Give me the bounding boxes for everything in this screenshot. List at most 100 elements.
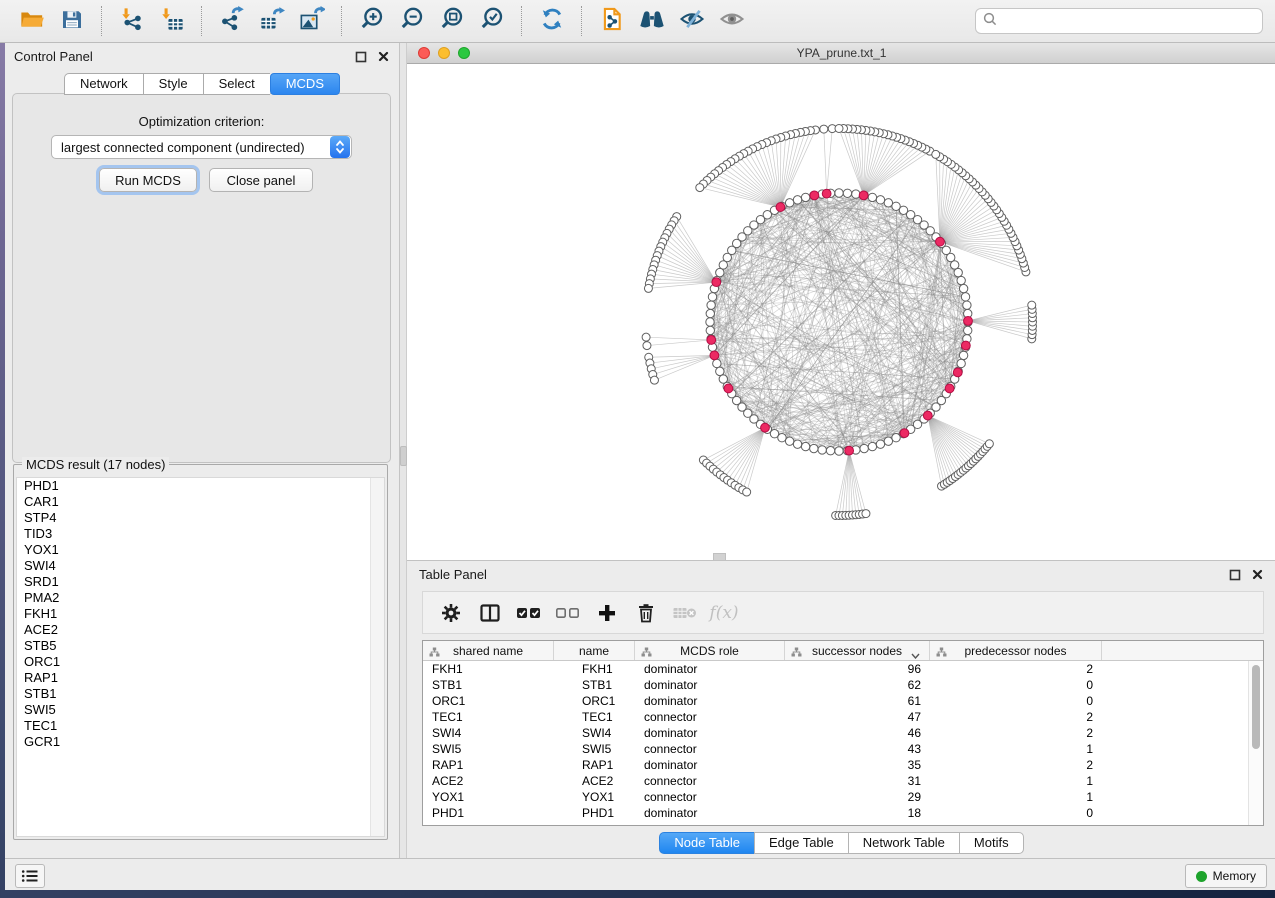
graph-node[interactable] — [706, 318, 714, 326]
graph-node[interactable] — [868, 442, 876, 450]
graph-leaf-node[interactable] — [650, 376, 658, 384]
graph-leaf-node[interactable] — [985, 440, 993, 448]
graph-leaf-node[interactable] — [1028, 301, 1036, 309]
tab-network-table[interactable]: Network Table — [848, 832, 959, 854]
close-panel-button[interactable]: Close panel — [209, 168, 313, 192]
tab-style[interactable]: Style — [143, 73, 203, 95]
graph-node[interactable] — [707, 301, 715, 309]
export-network-button[interactable] — [212, 4, 252, 38]
control-panel-float-icon[interactable] — [354, 50, 367, 63]
result-node-item[interactable]: TEC1 — [17, 718, 384, 734]
graph-leaf-node[interactable] — [820, 125, 828, 133]
horizontal-splitter-grip[interactable] — [713, 553, 726, 560]
refresh-layout-button[interactable] — [532, 4, 572, 38]
graph-leaf-node[interactable] — [862, 510, 870, 518]
column-header-name[interactable]: name — [554, 641, 635, 660]
graph-node[interactable] — [954, 268, 962, 276]
export-image-button[interactable] — [292, 4, 332, 38]
import-table-button[interactable] — [152, 4, 192, 38]
result-node-item[interactable]: STB5 — [17, 638, 384, 654]
add-column-button[interactable] — [589, 597, 625, 629]
graph-node[interactable] — [793, 196, 801, 204]
graph-node[interactable] — [876, 196, 884, 204]
graph-leaf-node[interactable] — [644, 284, 652, 292]
open-file-button[interactable] — [12, 4, 52, 38]
zoom-in-button[interactable] — [352, 4, 392, 38]
graph-node[interactable] — [708, 293, 716, 301]
table-row[interactable]: YOX1YOX1connector291 — [423, 789, 1249, 805]
graph-node[interactable] — [884, 437, 892, 445]
graph-node[interactable] — [793, 440, 801, 448]
task-history-button[interactable] — [15, 864, 45, 888]
result-node-item[interactable]: ORC1 — [17, 654, 384, 670]
graph-hub-node[interactable] — [945, 384, 954, 393]
graph-hub-node[interactable] — [710, 351, 719, 360]
table-row[interactable]: STB1STB1dominator620 — [423, 677, 1249, 693]
graph-node[interactable] — [719, 261, 727, 269]
graph-leaf-node[interactable] — [743, 488, 751, 496]
graph-node[interactable] — [892, 202, 900, 210]
graph-node[interactable] — [964, 326, 972, 334]
table-panel-float-icon[interactable] — [1228, 568, 1241, 581]
graph-node[interactable] — [778, 433, 786, 441]
graph-node[interactable] — [716, 268, 724, 276]
result-node-item[interactable]: PMA2 — [17, 590, 384, 606]
column-header-successor-nodes[interactable]: successor nodes — [785, 641, 930, 660]
graph-hub-node[interactable] — [964, 316, 973, 325]
graph-hub-node[interactable] — [859, 191, 868, 200]
graph-node[interactable] — [706, 309, 714, 317]
graph-leaf-node[interactable] — [696, 184, 704, 192]
graph-hub-node[interactable] — [923, 411, 932, 420]
unselect-all-button[interactable] — [550, 597, 586, 629]
network-window-titlebar[interactable]: YPA_prune.txt_1 — [407, 43, 1275, 64]
settings-button[interactable] — [433, 597, 469, 629]
result-node-item[interactable]: SRD1 — [17, 574, 384, 590]
table-row[interactable]: ACE2ACE2connector311 — [423, 773, 1249, 789]
graph-node[interactable] — [959, 351, 967, 359]
table-row[interactable]: PHD1PHD1dominator180 — [423, 805, 1249, 821]
tab-edge-table[interactable]: Edge Table — [754, 832, 848, 854]
graph-node[interactable] — [785, 437, 793, 445]
graph-leaf-node[interactable] — [642, 333, 650, 341]
result-node-item[interactable]: YOX1 — [17, 542, 384, 558]
graph-node[interactable] — [835, 189, 843, 197]
graph-node[interactable] — [716, 367, 724, 375]
graph-node[interactable] — [957, 276, 965, 284]
graph-node[interactable] — [810, 444, 818, 452]
table-row[interactable]: SWI5SWI5connector431 — [423, 741, 1249, 757]
control-panel-close-icon[interactable] — [377, 50, 390, 63]
graph-node[interactable] — [801, 193, 809, 201]
graph-node[interactable] — [876, 440, 884, 448]
table-row[interactable]: TEC1TEC1connector472 — [423, 709, 1249, 725]
zoom-fit-button[interactable] — [432, 4, 472, 38]
graph-hub-node[interactable] — [724, 384, 733, 393]
zoom-traffic-light[interactable] — [458, 47, 470, 59]
graph-node[interactable] — [835, 447, 843, 455]
graph-node[interactable] — [961, 293, 969, 301]
result-list-scrollbar[interactable] — [370, 478, 384, 836]
graph-node[interactable] — [818, 446, 826, 454]
tab-select[interactable]: Select — [203, 73, 270, 95]
result-node-item[interactable]: CAR1 — [17, 494, 384, 510]
graph-hub-node[interactable] — [900, 429, 909, 438]
graph-node[interactable] — [852, 190, 860, 198]
graph-hub-node[interactable] — [810, 191, 819, 200]
table-row[interactable]: FKH1FKH1dominator962 — [423, 661, 1249, 677]
graph-hub-node[interactable] — [776, 203, 785, 212]
close-traffic-light[interactable] — [418, 47, 430, 59]
table-scrollbar-thumb[interactable] — [1252, 665, 1260, 749]
graph-hub-node[interactable] — [761, 423, 770, 432]
table-scrollbar[interactable] — [1248, 661, 1263, 825]
toggle-visibility-button[interactable] — [672, 4, 712, 38]
graph-node[interactable] — [706, 326, 714, 334]
column-visibility-button[interactable] — [472, 597, 508, 629]
search-network-button[interactable] — [632, 4, 672, 38]
run-mcds-button[interactable]: Run MCDS — [99, 168, 197, 192]
graph-leaf-node[interactable] — [835, 125, 843, 133]
zoom-selected-button[interactable] — [472, 4, 512, 38]
optimization-criterion-select[interactable]: largest connected component (undirected) — [51, 135, 352, 159]
column-header-predecessor-nodes[interactable]: predecessor nodes — [930, 641, 1102, 660]
graph-node[interactable] — [860, 444, 868, 452]
graph-hub-node[interactable] — [822, 189, 831, 198]
graph-node[interactable] — [801, 442, 809, 450]
